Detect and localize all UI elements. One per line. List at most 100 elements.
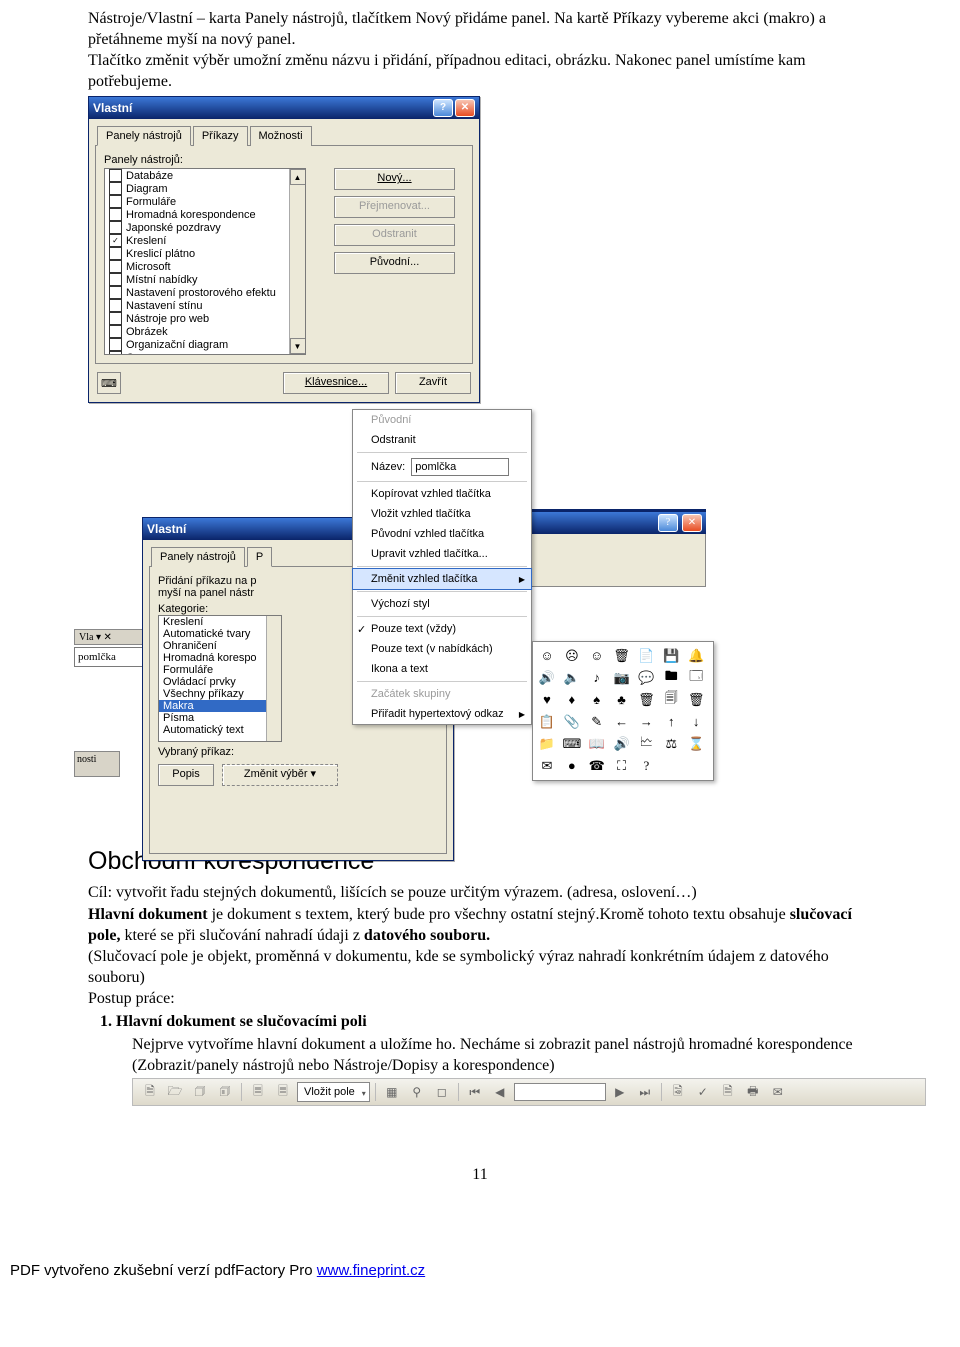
toolbar-list-item[interactable]: ✓Kreslení [105,234,305,247]
palette-icon[interactable]: 🗑 [686,690,706,710]
keyboard-icon[interactable]: ⌨ [97,372,121,394]
checkbox-icon[interactable] [109,260,122,273]
toolbar-list-item[interactable]: Formuláře [105,195,305,208]
floating-toolbar-header[interactable]: Vla ▾ ✕ [74,629,144,645]
mm-match-icon[interactable]: ⚲ [406,1082,428,1102]
checkbox-icon[interactable] [109,169,122,182]
help-icon[interactable]: ? [433,99,453,117]
palette-icon[interactable]: ♦ [562,690,582,710]
toolbar-list-item[interactable]: Organizační diagram [105,338,305,351]
dialog-titlebar[interactable]: Vlastní ? ✕ [89,97,479,119]
context-menu-item[interactable]: Odstranit [353,430,531,450]
checkbox-icon[interactable]: ✓ [109,234,122,247]
checkbox-icon[interactable] [109,312,122,325]
palette-icon[interactable]: 🗠 [636,734,656,754]
palette-icon[interactable]: 🖿 [661,668,681,688]
context-name-field[interactable]: Název: [353,455,531,479]
context-menu-item[interactable]: Výchozí styl [353,594,531,614]
mm-last-icon[interactable]: ⏭ [634,1082,656,1102]
mm-labels-icon[interactable]: ◻ [431,1082,453,1102]
palette-icon[interactable]: 🔈 [562,668,582,688]
context-menu-item[interactable]: Kopírovat vzhled tlačítka [353,484,531,504]
palette-icon[interactable]: 📁 [537,734,557,754]
mm-highlight-icon[interactable]: ▦ [381,1082,403,1102]
mm-open-icon[interactable]: 🗁 [164,1082,186,1102]
palette-icon[interactable]: ⌨ [562,734,582,754]
category-list-item[interactable]: Makra [159,700,281,712]
category-list-item[interactable]: Formuláře [159,664,281,676]
palette-icon[interactable]: ♪ [587,668,607,688]
palette-icon[interactable]: ☺ [537,646,557,666]
palette-icon[interactable]: 📎 [562,712,582,732]
mm-merge-print-icon[interactable]: 🖶 [742,1082,764,1102]
palette-icon[interactable]: ⚖ [661,734,681,754]
palette-icon[interactable]: 🗐 [661,690,681,710]
palette-icon[interactable]: ♣ [612,690,632,710]
category-list-item[interactable]: Kreslení [159,616,281,628]
toolbar-list-item[interactable]: Hromadná korespondence [105,208,305,221]
checkbox-icon[interactable] [109,299,122,312]
palette-icon[interactable]: ↑ [661,712,681,732]
toolbar-list-item[interactable]: Osnova [105,351,305,355]
palette-icon[interactable]: ♠ [587,690,607,710]
palette-icon[interactable]: ⛶ [612,756,632,776]
palette-icon[interactable]: ↓ [686,712,706,732]
tab2-commands[interactable]: P [247,547,272,567]
palette-icon[interactable]: ♥ [537,690,557,710]
checkbox-icon[interactable] [109,273,122,286]
checkbox-icon[interactable] [109,208,122,221]
close-button[interactable]: Zavřít [395,372,471,394]
category-list-item[interactable]: Ohraničení [159,640,281,652]
context-menu-item[interactable]: Přiřadit hypertextový odkaz▶ [353,704,531,724]
category-list-item[interactable]: Automatické tvary [159,628,281,640]
context-menu-item[interactable]: Původní vzhled tlačítka [353,524,531,544]
keyboard-button[interactable]: Klávesnice... [283,372,389,394]
checkbox-icon[interactable] [109,351,122,355]
mm-first-icon[interactable]: ⏮ [464,1082,486,1102]
tab-toolbars[interactable]: Panely nástrojů [97,126,191,146]
category-list-item[interactable]: Všechny příkazy [159,688,281,700]
checkbox-icon[interactable] [109,221,122,234]
palette-icon[interactable]: 📄 [636,646,656,666]
reset-button[interactable]: Původní... [334,252,455,274]
mm-list-icon[interactable]: 🗊 [214,1082,236,1102]
context-menu-item[interactable]: Ikona a text [353,659,531,679]
category-list-item[interactable]: Hromadná korespo [159,652,281,664]
category-list-item[interactable]: Písma [159,712,281,724]
scroll-down-icon[interactable]: ▼ [290,338,306,354]
description-button[interactable]: Popis [158,764,214,786]
palette-icon[interactable]: 🗑 [636,690,656,710]
toolbar-list-item[interactable]: Microsoft [105,260,305,273]
new-button[interactable]: Nový... [334,168,455,190]
name-input[interactable] [411,458,509,476]
palette-icon[interactable]: ? [636,756,656,776]
pdf-footer-link[interactable]: www.fineprint.cz [317,1262,425,1279]
toolbars-listbox[interactable]: DatabázeDiagramFormulářeHromadná korespo… [104,168,306,355]
palette-icon[interactable]: ⌛ [686,734,706,754]
mm-record-input[interactable] [514,1083,606,1101]
context-menu[interactable]: PůvodníOdstranitNázev:Kopírovat vzhled t… [352,409,532,725]
context-menu-item[interactable]: Změnit vzhled tlačítka▶ [352,568,532,590]
palette-icon[interactable]: ← [612,712,632,732]
palette-icon[interactable]: ☺ [587,646,607,666]
toolbar-list-item[interactable]: Místní nabídky [105,273,305,286]
palette-icon[interactable]: 🗑 [612,646,632,666]
palette-icon[interactable]: 🗔 [686,668,706,688]
tab-options[interactable]: Možnosti [250,126,312,146]
context-menu-item[interactable]: Upravit vzhled tlačítka... [353,544,531,564]
mm-greeting-icon[interactable]: 🗏 [272,1082,294,1102]
toolbar-list-item[interactable]: Japonské pozdravy [105,221,305,234]
context-menu-item[interactable]: Vložit vzhled tlačítka [353,504,531,524]
palette-icon[interactable]: 🔔 [686,646,706,666]
mm-merge-mail-icon[interactable]: ✉ [767,1082,789,1102]
mm-address-icon[interactable]: 🗏 [247,1082,269,1102]
palette-icon[interactable]: 🔊 [612,734,632,754]
category-list-item[interactable]: Automatický text [159,724,281,736]
icon-palette[interactable]: ☺☹☺🗑📄💾🔔🔊🔈♪📷💬🖿🗔♥♦♠♣🗑🗐🗑📋📎✎←→↑↓📁⌨📖🔊🗠⚖⌛✉●☎⛶? [532,641,714,781]
palette-icon[interactable]: 📖 [587,734,607,754]
checkbox-icon[interactable] [109,325,122,338]
palette-icon[interactable]: 📷 [612,668,632,688]
modify-selection-button[interactable]: Změnit výběr ▾ [222,764,338,786]
checkbox-icon[interactable] [109,286,122,299]
checkbox-icon[interactable] [109,338,122,351]
